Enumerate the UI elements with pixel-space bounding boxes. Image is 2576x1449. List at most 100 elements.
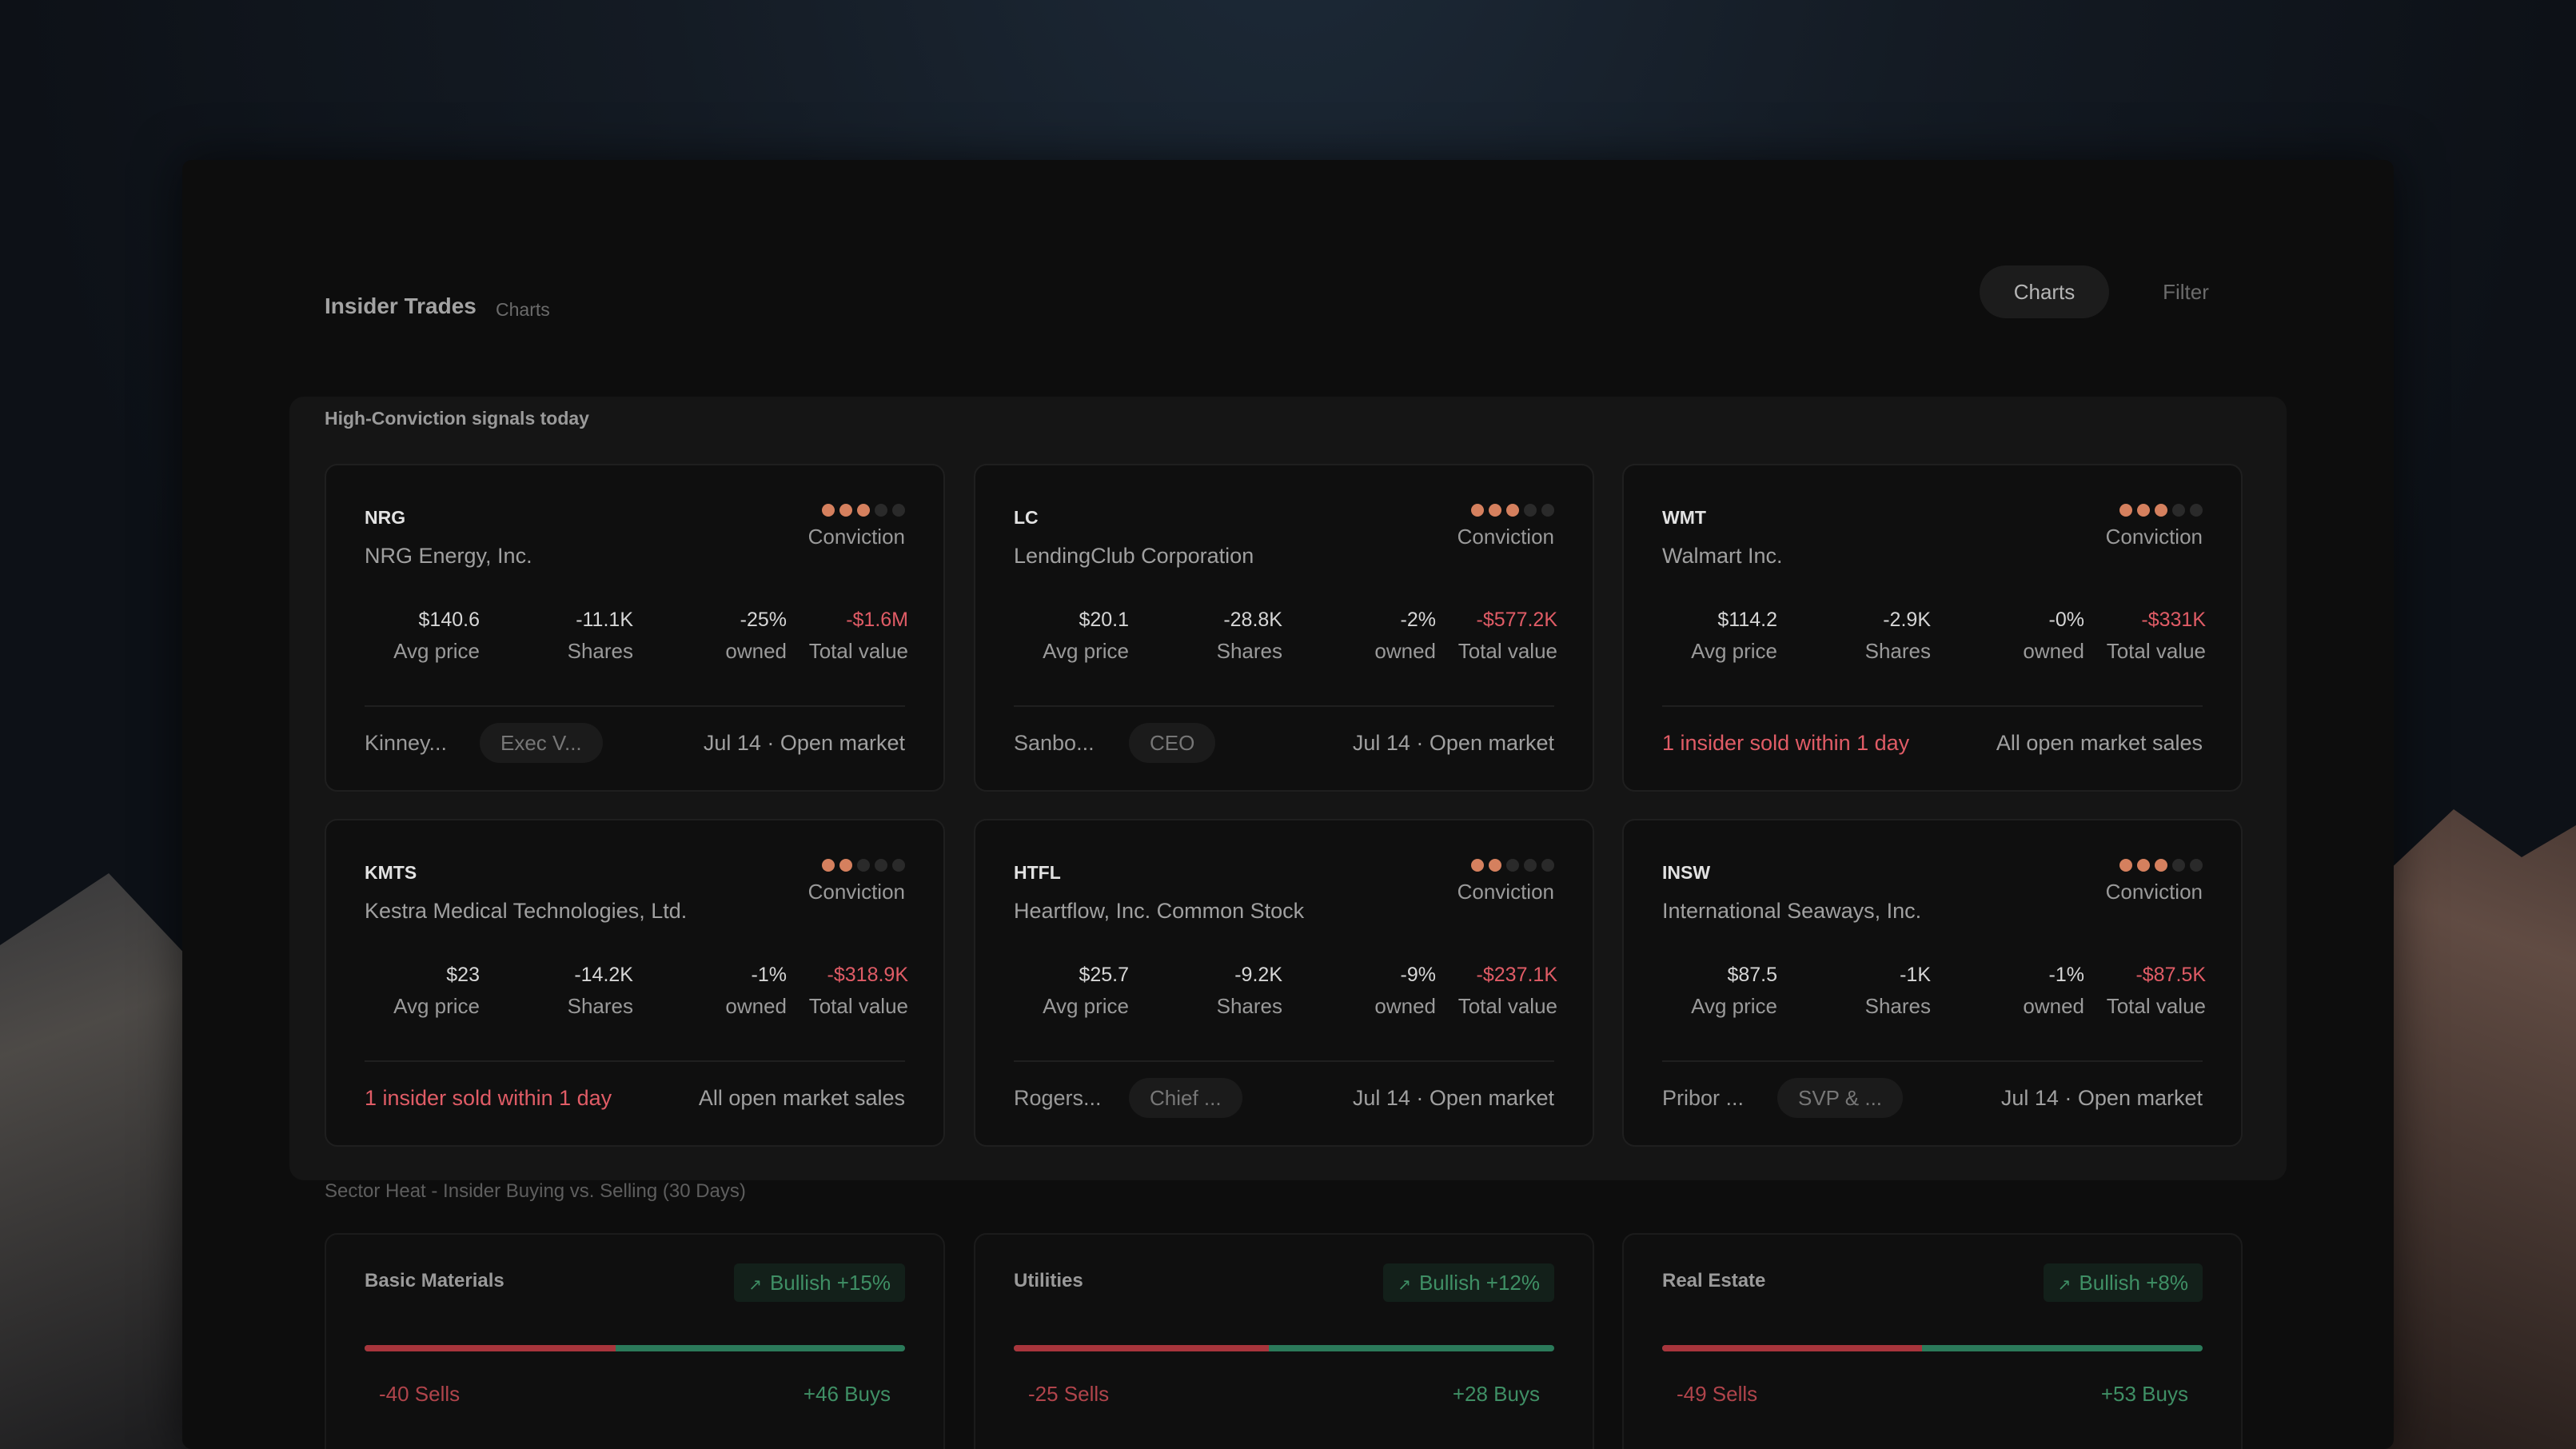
signal-card[interactable]: KMTS Kestra Medical Technologies, Ltd. Con… bbox=[325, 819, 945, 1147]
owned-pct-value: -0% bbox=[2048, 609, 2084, 631]
bullish-badge: ↗ Bullish +8% bbox=[2043, 1263, 2203, 1302]
filter-button[interactable]: Filter bbox=[2138, 265, 2234, 318]
trade-meta: Jul 14 · Open market bbox=[1352, 731, 1554, 755]
card-divider bbox=[365, 705, 905, 707]
insider-name[interactable]: Rogers... bbox=[1014, 1078, 1102, 1118]
signal-card[interactable]: LC LendingClub Corporation Conviction $20.… bbox=[974, 464, 1594, 792]
conviction-dot bbox=[2172, 504, 2185, 517]
stat-owned-pct: -2% owned bbox=[1308, 606, 1436, 669]
avg-price-value: $23 bbox=[446, 964, 480, 986]
owned-pct-label: owned bbox=[1374, 994, 1436, 1018]
conviction-dot bbox=[2172, 859, 2185, 872]
arrow-up-right-icon: ↗ bbox=[2057, 1276, 2072, 1294]
card-divider bbox=[365, 1060, 905, 1062]
avg-price-label: Avg price bbox=[393, 639, 480, 663]
insider-role-chip: CEO bbox=[1129, 723, 1216, 763]
conviction-dot bbox=[1471, 859, 1484, 872]
owned-pct-label: owned bbox=[2023, 639, 2084, 663]
stat-owned-pct: -0% owned bbox=[1956, 606, 2084, 669]
ticker-symbol: KMTS bbox=[365, 862, 417, 883]
card-footer: 1 insider sold within 1 day All open mark… bbox=[365, 1078, 905, 1118]
signal-card[interactable]: NRG NRG Energy, Inc. Conviction $140.6 Avg… bbox=[325, 464, 945, 792]
page-subtitle: Charts bbox=[496, 299, 550, 320]
ticker-symbol: WMT bbox=[1662, 507, 1706, 528]
sells-count: -25 Sells bbox=[1028, 1382, 1110, 1406]
insider-name[interactable]: Kinney... bbox=[365, 723, 447, 763]
sector-card[interactable]: Basic Materials ↗ Bullish +15% -40 Sells … bbox=[325, 1233, 945, 1449]
stat-shares: -9.2K Shares bbox=[1154, 961, 1282, 1024]
conviction-dot bbox=[892, 504, 905, 517]
avg-price-value: $20.1 bbox=[1079, 609, 1129, 631]
avg-price-label: Avg price bbox=[1691, 639, 1777, 663]
company-name: Walmart Inc. bbox=[1662, 544, 1783, 568]
sector-card[interactable]: Utilities ↗ Bullish +12% -25 Sells +28 Bu… bbox=[974, 1233, 1594, 1449]
owned-pct-label: owned bbox=[1374, 639, 1436, 663]
stat-shares: -28.8K Shares bbox=[1154, 606, 1282, 669]
conviction-dot bbox=[2190, 859, 2203, 872]
conviction-dots bbox=[2119, 504, 2203, 517]
insider-name[interactable]: Sanbo... bbox=[1014, 723, 1095, 763]
conviction-dot bbox=[892, 859, 905, 872]
conviction-dot bbox=[857, 859, 870, 872]
stat-owned-pct: -9% owned bbox=[1308, 961, 1436, 1024]
buys-count: +53 Buys bbox=[2100, 1382, 2188, 1406]
conviction-dot bbox=[2119, 504, 2132, 517]
avg-price-value: $87.5 bbox=[1727, 964, 1777, 986]
owned-pct-label: owned bbox=[2023, 994, 2084, 1018]
ticker-symbol: HTFL bbox=[1014, 862, 1061, 883]
conviction-dot bbox=[875, 859, 887, 872]
conviction-label: Conviction bbox=[807, 525, 905, 549]
signal-card[interactable]: INSW International Seaways, Inc. Convictio… bbox=[1622, 819, 2243, 1147]
card-divider bbox=[1014, 705, 1554, 707]
shares-value: -2.9K bbox=[1883, 609, 1931, 631]
conviction-dot bbox=[839, 859, 852, 872]
heat-bar-sells bbox=[1662, 1345, 1922, 1351]
shares-label: Shares bbox=[1216, 994, 1282, 1018]
trade-meta: Jul 14 · Open market bbox=[2000, 1086, 2203, 1110]
bullish-badge-label: Bullish +8% bbox=[2079, 1271, 2188, 1295]
insider-name[interactable]: Pribor ... bbox=[1662, 1078, 1744, 1118]
conviction-dot bbox=[857, 504, 870, 517]
total-value-value: -$331K bbox=[2141, 609, 2206, 631]
company-name: International Seaways, Inc. bbox=[1662, 899, 1922, 923]
heat-bar bbox=[1014, 1345, 1554, 1351]
stat-avg-price: $140.6 Avg price bbox=[352, 606, 480, 669]
stat-total-value: -$577.2K Total value bbox=[1430, 606, 1557, 669]
signal-card[interactable]: WMT Walmart Inc. Conviction $114.2 Avg pri… bbox=[1622, 464, 2243, 792]
conviction-label: Conviction bbox=[2105, 525, 2203, 549]
card-footer: Kinney... Exec V... Jul 14 · Open market bbox=[365, 723, 905, 763]
stat-owned-pct: -1% owned bbox=[1956, 961, 2084, 1024]
total-value-label: Total value bbox=[2106, 639, 2206, 663]
conviction-dots bbox=[822, 859, 905, 872]
card-divider bbox=[1014, 1060, 1554, 1062]
stat-total-value: -$87.5K Total value bbox=[2078, 961, 2206, 1024]
total-value-label: Total value bbox=[808, 994, 908, 1018]
shares-value: -11.1K bbox=[576, 609, 633, 631]
company-name: Kestra Medical Technologies, Ltd. bbox=[365, 899, 688, 923]
bullish-badge-label: Bullish +15% bbox=[769, 1271, 891, 1295]
section-title: High-Conviction signals today bbox=[325, 408, 589, 429]
card-footer: Pribor ... SVP & ... Jul 14 · Open market bbox=[1662, 1078, 2203, 1118]
heat-bar-sells bbox=[365, 1345, 616, 1351]
stat-avg-price: $20.1 Avg price bbox=[1001, 606, 1129, 669]
conviction-dot bbox=[1524, 859, 1537, 872]
owned-pct-value: -9% bbox=[1400, 964, 1436, 986]
conviction-dot bbox=[2137, 859, 2150, 872]
signal-card[interactable]: HTFL Heartflow, Inc. Common Stock Convicti… bbox=[974, 819, 1594, 1147]
owned-pct-label: owned bbox=[725, 639, 787, 663]
owned-pct-value: -25% bbox=[740, 609, 787, 631]
total-value-value: -$577.2K bbox=[1476, 609, 1557, 631]
bullish-badge: ↗ Bullish +12% bbox=[1383, 1263, 1554, 1302]
stat-total-value: -$331K Total value bbox=[2078, 606, 2206, 669]
trade-meta: Jul 14 · Open market bbox=[1352, 1086, 1554, 1110]
avg-price-value: $114.2 bbox=[1717, 609, 1777, 631]
charts-button[interactable]: Charts bbox=[1980, 265, 2109, 318]
trade-meta: All open market sales bbox=[1996, 731, 2203, 755]
card-divider bbox=[1662, 705, 2203, 707]
avg-price-label: Avg price bbox=[1043, 639, 1129, 663]
company-name: NRG Energy, Inc. bbox=[365, 544, 532, 568]
conviction-dot bbox=[875, 504, 887, 517]
sector-name: Utilities bbox=[1014, 1270, 1083, 1291]
sector-card[interactable]: Real Estate ↗ Bullish +8% -49 Sells +53 B… bbox=[1622, 1233, 2243, 1449]
conviction-dots bbox=[1471, 859, 1554, 872]
